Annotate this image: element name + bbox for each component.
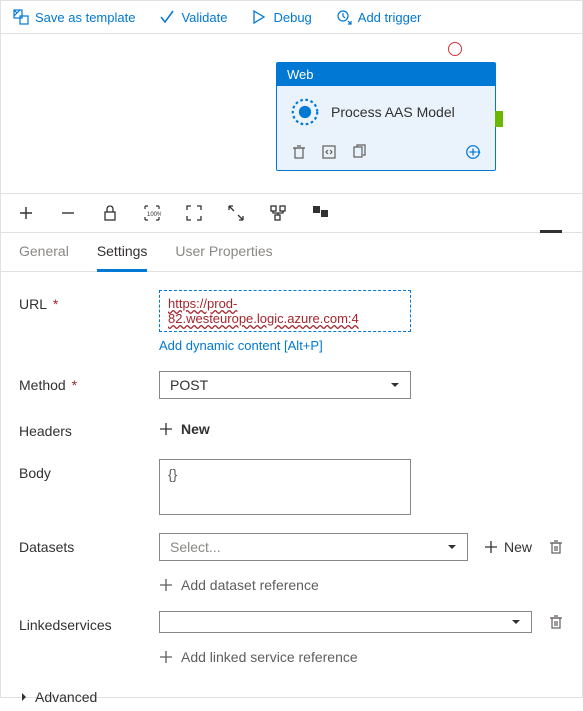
save-template-icon	[13, 9, 29, 25]
plus-icon	[159, 578, 173, 592]
play-icon	[251, 9, 267, 25]
settings-form: URL * https://prod-82.westeurope.logic.a…	[1, 272, 582, 711]
lock-icon[interactable]	[101, 204, 119, 222]
tab-general[interactable]: General	[19, 243, 69, 271]
activity-title: Process AAS Model	[331, 104, 455, 120]
zoom-100-icon[interactable]: 100%	[143, 204, 161, 222]
layout-icon[interactable]	[311, 204, 329, 222]
resize-handle[interactable]	[540, 230, 562, 233]
validate-label: Validate	[181, 10, 227, 25]
plus-icon	[484, 540, 498, 554]
new-label: New	[504, 539, 532, 555]
save-template-label: Save as template	[35, 10, 135, 25]
code-icon[interactable]	[321, 144, 337, 160]
copy-icon[interactable]	[351, 144, 367, 160]
add-linked-ref-label: Add linked service reference	[181, 649, 358, 665]
fit-screen-icon[interactable]	[185, 204, 203, 222]
headers-new-button[interactable]: New	[159, 417, 564, 441]
activity-type-label: Web	[277, 63, 495, 86]
tabs-bar: General Settings User Properties	[1, 233, 582, 272]
top-toolbar: Save as template Validate Debug Add trig…	[1, 1, 582, 34]
method-value: POST	[170, 377, 208, 393]
output-connector[interactable]	[495, 111, 503, 127]
tab-settings[interactable]: Settings	[97, 243, 148, 272]
headers-label: Headers	[19, 417, 159, 439]
linkedservices-label: Linkedservices	[19, 611, 159, 633]
plus-icon	[159, 422, 173, 436]
trigger-icon	[336, 9, 352, 25]
method-select[interactable]: POST	[159, 371, 411, 399]
debug-label: Debug	[273, 10, 311, 25]
svg-text:100%: 100%	[147, 212, 161, 218]
delete-activity-icon[interactable]	[291, 144, 307, 160]
status-circle	[448, 42, 462, 56]
chevron-right-icon	[19, 692, 29, 702]
zoom-out-icon[interactable]	[59, 204, 77, 222]
debug-button[interactable]: Debug	[251, 9, 311, 25]
delete-linkedservice-icon[interactable]	[548, 614, 564, 630]
zoom-in-icon[interactable]	[17, 204, 35, 222]
advanced-label: Advanced	[35, 689, 97, 705]
new-label: New	[181, 421, 210, 437]
add-dynamic-content-link[interactable]: Add dynamic content [Alt+P]	[159, 338, 564, 353]
add-dataset-reference-button[interactable]: Add dataset reference	[159, 577, 564, 593]
advanced-toggle[interactable]: Advanced	[19, 683, 564, 711]
chevron-down-icon	[390, 380, 400, 390]
check-icon	[159, 9, 175, 25]
web-activity-node[interactable]: Web Process AAS Model	[276, 62, 496, 171]
datasets-placeholder: Select...	[170, 539, 221, 555]
url-label: URL *	[19, 290, 159, 312]
datasets-label: Datasets	[19, 533, 159, 555]
save-as-template-button[interactable]: Save as template	[13, 9, 135, 25]
canvas-toolbar: 100%	[1, 194, 582, 233]
url-input[interactable]: https://prod-82.westeurope.logic.azure.c…	[159, 290, 411, 332]
add-dataset-ref-label: Add dataset reference	[181, 577, 319, 593]
validate-button[interactable]: Validate	[159, 9, 227, 25]
auto-align-icon[interactable]	[269, 204, 287, 222]
chevron-down-icon	[447, 542, 457, 552]
tab-user-properties[interactable]: User Properties	[175, 243, 272, 271]
chevron-down-icon	[511, 617, 521, 627]
linkedservices-select[interactable]	[159, 611, 532, 633]
body-label: Body	[19, 459, 159, 481]
delete-dataset-icon[interactable]	[548, 539, 564, 555]
add-trigger-button[interactable]: Add trigger	[336, 9, 422, 25]
add-linked-service-reference-button[interactable]: Add linked service reference	[159, 649, 564, 665]
add-trigger-label: Add trigger	[358, 10, 422, 25]
method-label: Method *	[19, 371, 159, 393]
expand-icon[interactable]	[227, 204, 245, 222]
plus-icon	[159, 650, 173, 664]
add-output-icon[interactable]	[465, 144, 481, 160]
datasets-new-button[interactable]: New	[484, 539, 532, 555]
body-textarea[interactable]	[159, 459, 411, 515]
web-icon	[291, 98, 319, 126]
pipeline-canvas[interactable]: Web Process AAS Model	[1, 34, 582, 194]
datasets-select[interactable]: Select...	[159, 533, 468, 561]
